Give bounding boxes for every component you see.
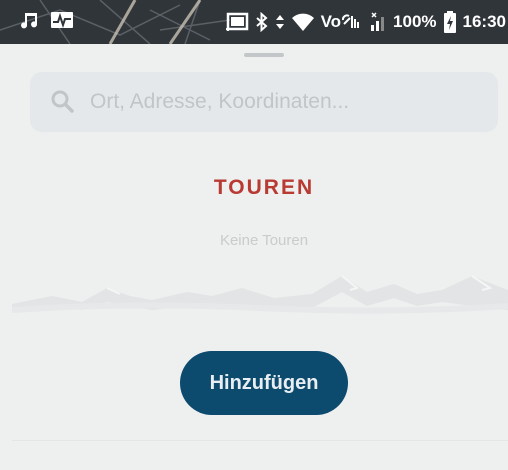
sheet-drag-handle[interactable] [244, 53, 284, 57]
music-note-icon [20, 10, 40, 30]
battery-percent: 100% [393, 12, 437, 31]
data-arrows-icon [275, 12, 285, 32]
volte-icon: Vo [321, 12, 363, 32]
clock: 16:30 [462, 12, 506, 31]
signal-icon [369, 11, 387, 33]
divider [12, 440, 508, 441]
volte-label: Vo [320, 12, 342, 31]
add-tour-button[interactable]: Hinzufügen [180, 351, 348, 415]
wifi-icon [291, 12, 315, 32]
cast-icon [225, 12, 249, 32]
search-input[interactable] [90, 86, 490, 118]
empty-state-text: Keine Touren [219, 232, 309, 249]
tours-bottom-sheet: TOUREN Keine Touren Hinzufügen [0, 44, 508, 470]
mountains-illustration [12, 275, 508, 314]
bluetooth-icon [255, 12, 269, 32]
activity-image-icon [50, 10, 74, 30]
tours-title: TOUREN [213, 176, 315, 199]
search-bar[interactable] [30, 72, 498, 132]
battery-charging-icon [443, 10, 457, 34]
status-bar: Vo 100% 16:30 [0, 0, 508, 44]
search-icon [50, 89, 76, 120]
